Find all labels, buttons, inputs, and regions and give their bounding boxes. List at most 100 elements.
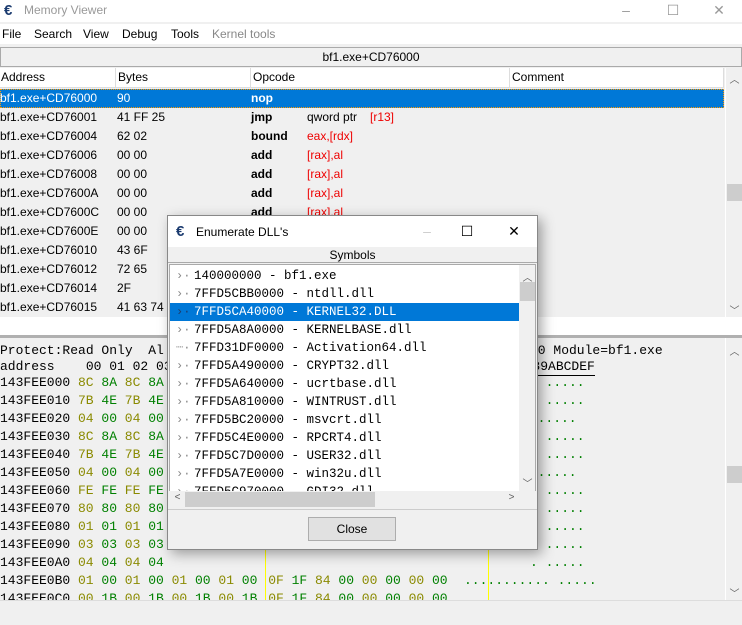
menu-debug[interactable]: Debug [122, 27, 157, 41]
disasm-row[interactable]: bf1.exe+CD76006 00 00 add [rax],al [0, 146, 724, 165]
disasm-row[interactable]: bf1.exe+CD76001 41 FF 25 jmp qword ptr [r13… [0, 108, 724, 127]
scrollbar-thumb[interactable] [727, 184, 742, 201]
hex-byte[interactable]: 00 [385, 573, 401, 589]
hex-byte[interactable]: 4E [101, 393, 117, 409]
dll-list-item[interactable]: ›· 7FFD5C7D0000 - USER32.dll [170, 447, 520, 465]
expand-chevron-icon[interactable]: ›· [176, 393, 190, 411]
minimize-button[interactable]: – [603, 0, 649, 22]
column-opcode[interactable]: Opcode [251, 68, 510, 88]
scroll-down-icon[interactable]: ﹀ [519, 475, 535, 490]
hex-byte[interactable]: 03 [101, 537, 117, 553]
scroll-up-icon[interactable]: ︿ [726, 71, 742, 86]
column-bytes[interactable]: Bytes [116, 68, 251, 88]
hex-byte[interactable]: FE [78, 483, 94, 499]
tree-line-icon[interactable]: ┈· [176, 339, 190, 357]
dll-list-item[interactable]: ›· 7FFD5C4E0000 - RPCRT4.dll [170, 429, 520, 447]
dll-list-item[interactable]: ›· 7FFD5A8A0000 - KERNELBASE.dll [170, 321, 520, 339]
hex-byte[interactable]: 01 [78, 519, 94, 535]
hex-byte[interactable]: 00 [101, 465, 117, 481]
hex-byte[interactable]: 8A [101, 375, 117, 391]
hex-byte[interactable]: 84 [315, 573, 331, 589]
hex-byte[interactable]: 4E [148, 447, 164, 463]
scroll-down-icon[interactable]: ﹀ [726, 302, 742, 317]
expand-chevron-icon[interactable]: ›· [176, 303, 190, 321]
list-vscrollbar[interactable]: ︿ ﹀ [519, 265, 535, 491]
hex-byte[interactable]: 80 [101, 501, 117, 517]
hex-byte[interactable]: 04 [125, 555, 141, 571]
hex-byte[interactable]: 8A [101, 429, 117, 445]
expand-chevron-icon[interactable]: ›· [176, 447, 190, 465]
column-comment[interactable]: Comment [510, 68, 724, 88]
expand-chevron-icon[interactable]: ›· [176, 357, 190, 375]
close-dialog-button[interactable]: Close [308, 517, 396, 541]
hex-byte[interactable]: 03 [148, 537, 164, 553]
dialog-close-button[interactable]: ✕ [491, 221, 537, 243]
hex-byte[interactable]: 03 [78, 537, 94, 553]
column-address[interactable]: Address [0, 68, 116, 88]
dll-list-item[interactable]: ›· 7FFD5CA40000 - KERNEL32.DLL [170, 303, 520, 321]
menu-file[interactable]: File [2, 27, 21, 41]
hex-byte[interactable]: 8A [148, 429, 164, 445]
hex-byte[interactable]: 8C [125, 429, 141, 445]
hex-byte[interactable]: 8C [78, 429, 94, 445]
dll-list-item[interactable]: ┈· 7FFD31DF0000 - Activation64.dll [170, 339, 520, 357]
scroll-right-icon[interactable]: > [503, 492, 520, 503]
hex-byte[interactable]: 00 [338, 573, 354, 589]
disasm-row[interactable]: bf1.exe+CD76004 62 02 bound eax,[rdx] [0, 127, 724, 146]
scroll-left-icon[interactable]: < [169, 492, 186, 503]
expand-chevron-icon[interactable]: ›· [176, 285, 190, 303]
hex-byte[interactable]: 04 [125, 465, 141, 481]
hex-byte[interactable]: 7B [125, 393, 141, 409]
expand-chevron-icon[interactable]: ›· [176, 267, 190, 285]
hex-byte[interactable]: 8C [125, 375, 141, 391]
hex-byte[interactable]: 00 [148, 465, 164, 481]
hex-byte[interactable]: 01 [125, 573, 141, 589]
disasm-row[interactable]: bf1.exe+CD7600A 00 00 add [rax],al [0, 184, 724, 203]
menu-kernel-tools[interactable]: Kernel tools [212, 27, 275, 41]
hex-byte[interactable]: 00 [148, 573, 164, 589]
hex-byte[interactable]: FE [101, 483, 117, 499]
expand-chevron-icon[interactable]: ›· [176, 411, 190, 429]
hex-byte[interactable]: 04 [78, 411, 94, 427]
hex-byte[interactable]: FE [148, 483, 164, 499]
hex-byte[interactable]: 7B [78, 393, 94, 409]
hex-byte[interactable]: 01 [78, 573, 94, 589]
hex-byte[interactable]: 04 [148, 555, 164, 571]
scroll-down-icon[interactable]: ﹀ [726, 585, 742, 601]
hex-byte[interactable]: 7B [125, 447, 141, 463]
hex-byte[interactable]: 00 [101, 573, 117, 589]
menu-tools[interactable]: Tools [171, 27, 199, 41]
symbols-header[interactable]: Symbols [168, 247, 537, 263]
scroll-up-icon[interactable]: ︿ [726, 343, 742, 359]
disasm-row[interactable]: bf1.exe+CD76008 00 00 add [rax],al [0, 165, 724, 184]
disasm-row[interactable]: bf1.exe+CD76000 90 nop [0, 89, 724, 108]
list-hscrollbar[interactable]: < > [169, 491, 536, 508]
hex-byte[interactable]: 04 [78, 555, 94, 571]
hex-byte[interactable]: 00 [409, 573, 425, 589]
hex-byte[interactable]: 01 [218, 573, 234, 589]
expand-chevron-icon[interactable]: ›· [176, 321, 190, 339]
hex-byte[interactable]: 00 [101, 411, 117, 427]
hex-byte[interactable]: 8C [78, 375, 94, 391]
hex-byte[interactable]: 80 [78, 501, 94, 517]
expand-chevron-icon[interactable]: ›· [176, 429, 190, 447]
dll-list-item[interactable]: ›· 7FFD5A7E0000 - win32u.dll [170, 465, 520, 483]
dll-list-item[interactable]: ›· 7FFD5A640000 - ucrtbase.dll [170, 375, 520, 393]
hex-byte[interactable]: 4E [148, 393, 164, 409]
hex-byte[interactable]: FE [125, 483, 141, 499]
close-button[interactable]: ✕ [696, 0, 742, 22]
hex-byte[interactable]: 8A [148, 375, 164, 391]
hex-byte[interactable]: 4E [101, 447, 117, 463]
hex-byte[interactable]: 01 [172, 573, 188, 589]
hex-byte[interactable]: 01 [101, 519, 117, 535]
hex-byte[interactable]: 00 [362, 573, 378, 589]
dialog-maximize-button[interactable]: ☐ [444, 221, 490, 243]
scrollbar-thumb[interactable] [520, 282, 535, 301]
scrollbar-thumb[interactable] [727, 466, 742, 483]
dll-tree-list[interactable]: ›· 140000000 - bf1.exe ›· 7FFD5CBB0000 - nt… [169, 264, 536, 492]
hex-byte[interactable]: 00 [195, 573, 211, 589]
hex-byte[interactable]: 01 [148, 519, 164, 535]
hex-byte[interactable]: 80 [125, 501, 141, 517]
hex-byte[interactable]: 03 [125, 537, 141, 553]
hex-byte[interactable]: 04 [125, 411, 141, 427]
